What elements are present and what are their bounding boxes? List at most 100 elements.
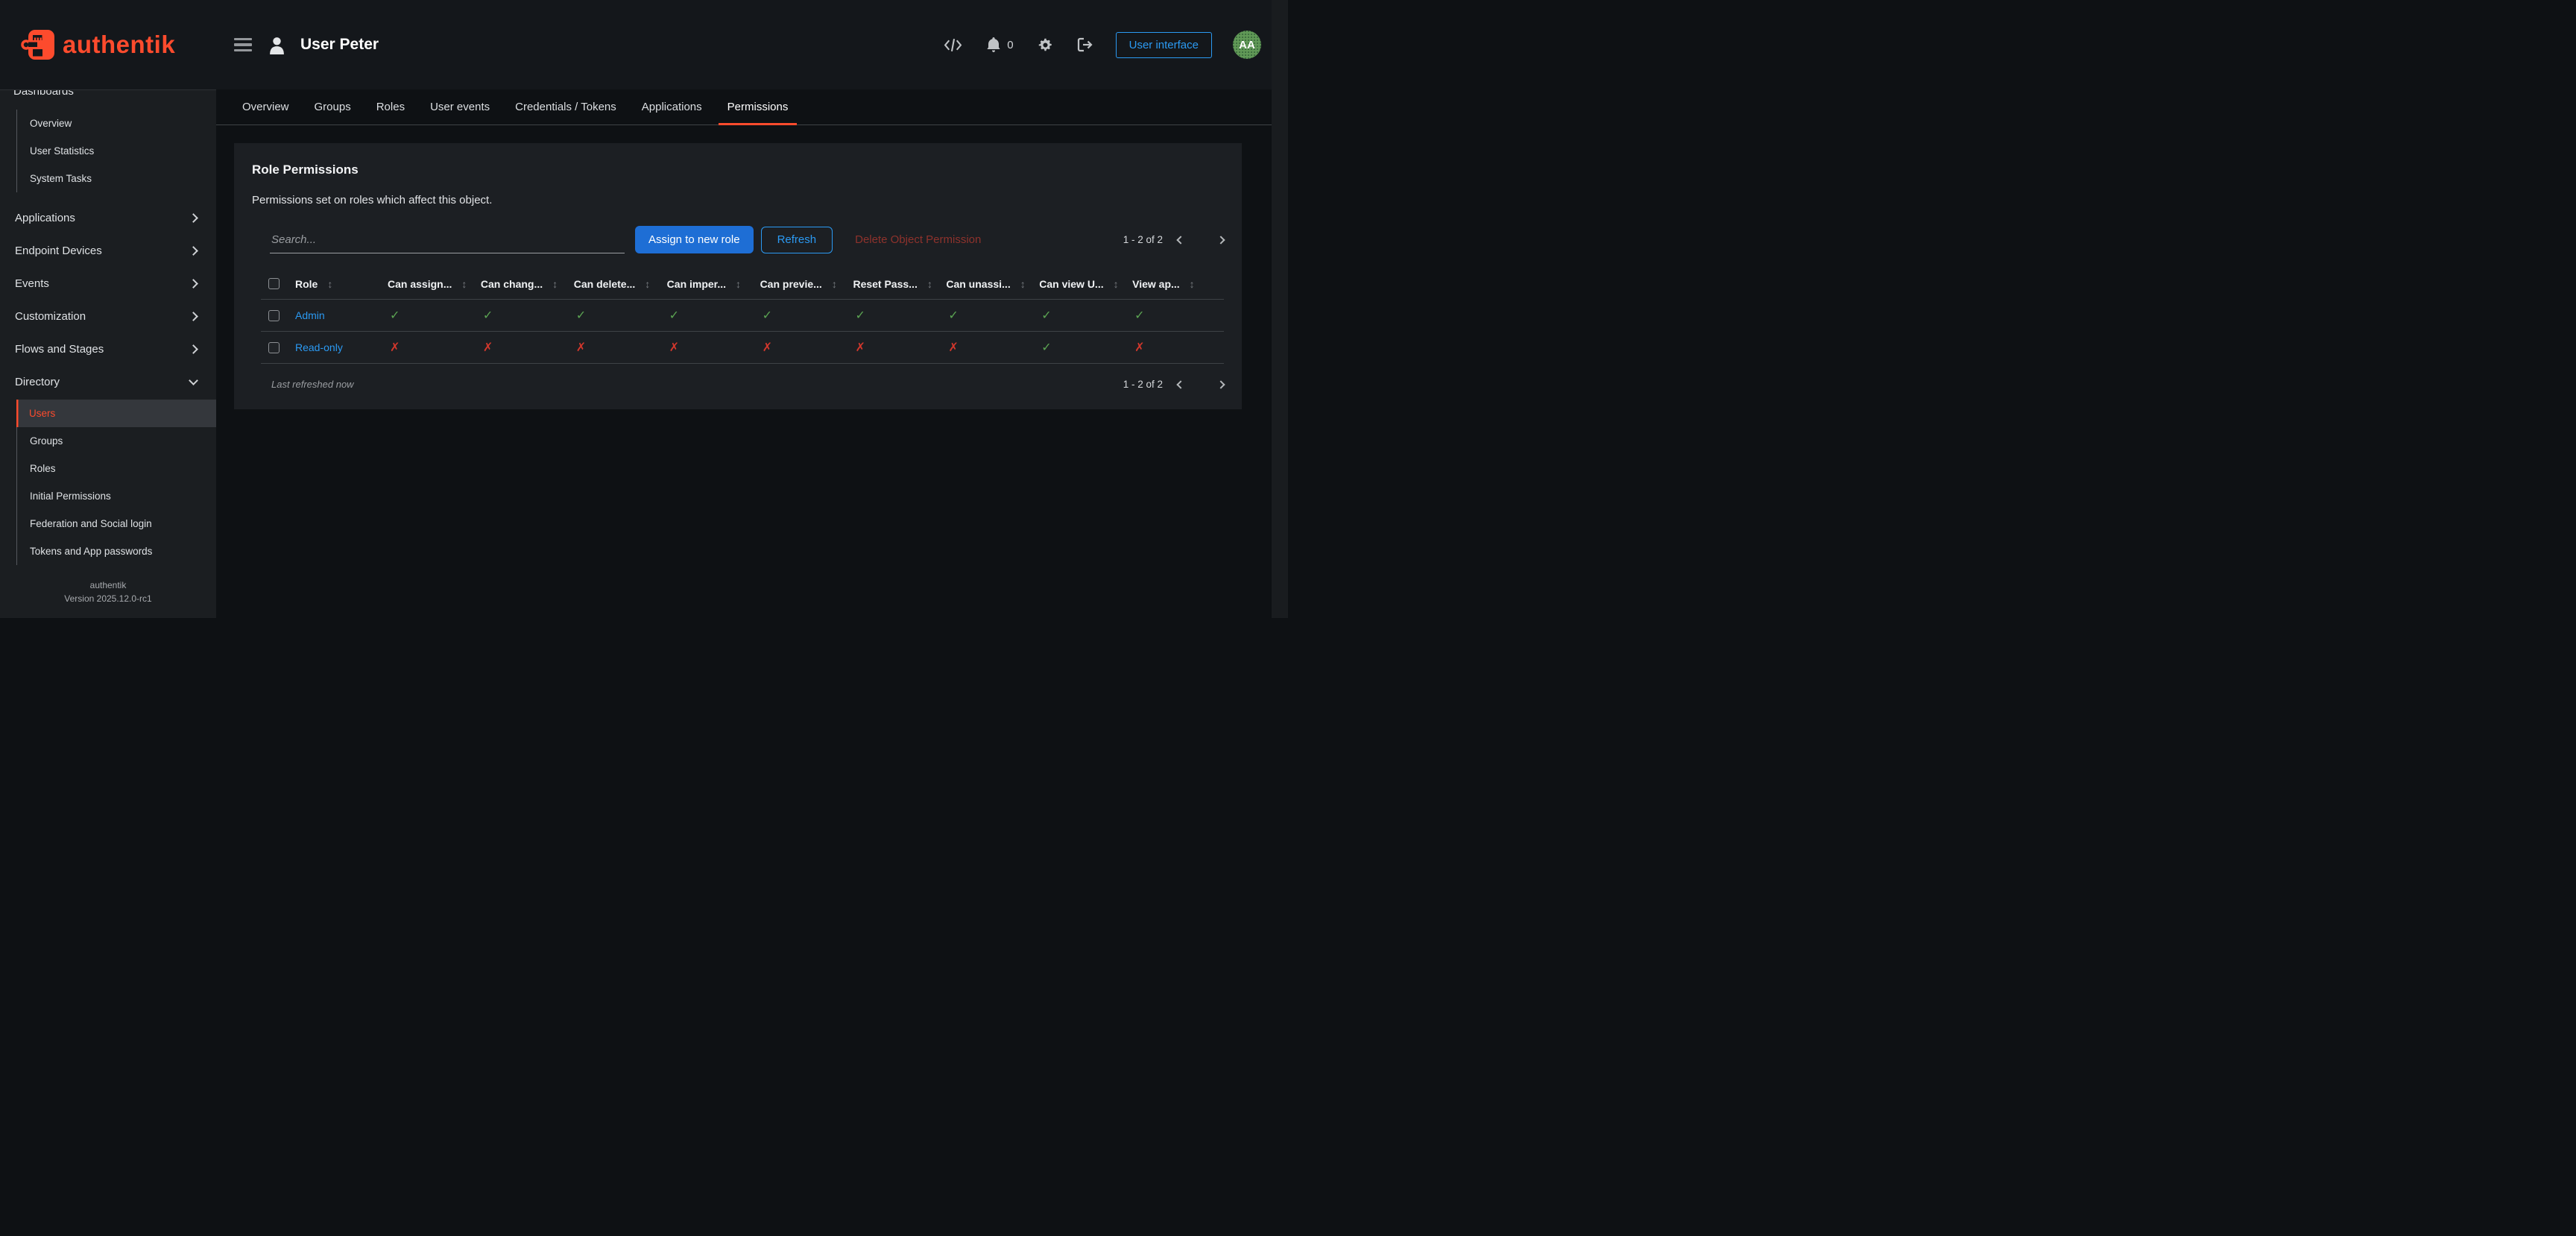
search-input[interactable] <box>270 227 625 253</box>
role-link[interactable]: Admin <box>295 309 325 321</box>
dashboards-subnav: OverviewUser StatisticsSystem Tasks <box>16 110 216 192</box>
refresh-button[interactable]: Refresh <box>761 227 833 253</box>
delete-object-permission-button[interactable]: Delete Object Permission <box>852 227 984 252</box>
check-icon: ✓ <box>946 308 958 323</box>
sidebar-item-groups[interactable]: Groups <box>17 427 216 455</box>
avatar[interactable]: AA <box>1233 31 1261 59</box>
bell-icon <box>986 37 1001 53</box>
api-browser-button[interactable] <box>942 36 964 54</box>
row-checkbox[interactable] <box>268 278 280 289</box>
toolbar-pagination: 1 - 2 of 2 <box>1123 234 1224 245</box>
sidebar-item-tokens-and-app-passwords[interactable]: Tokens and App passwords <box>17 537 216 565</box>
tab-applications[interactable]: Applications <box>629 89 715 124</box>
column-header-can-previe: Can previe...↕ <box>759 278 852 290</box>
role-link[interactable]: Read-only <box>295 341 343 353</box>
sidebar-item-initial-permissions[interactable]: Initial Permissions <box>17 482 216 510</box>
user-interface-button[interactable]: User interface <box>1116 32 1212 58</box>
column-header-label: Can imper... <box>667 278 726 290</box>
sort-icon[interactable]: ↕ <box>736 278 741 290</box>
notifications-button[interactable]: 0 <box>985 35 1014 54</box>
directory-subnav: UsersGroupsRolesInitial PermissionsFeder… <box>16 400 216 565</box>
tab-overview[interactable]: Overview <box>230 89 302 124</box>
pagination-prev-icon[interactable] <box>1176 380 1184 388</box>
card-footer: Last refreshed now 1 - 2 of 2 <box>252 364 1224 391</box>
brand: authentik <box>0 29 216 60</box>
check-icon: ✓ <box>1039 308 1051 323</box>
sidebar-item-users[interactable]: Users <box>16 400 216 427</box>
sidebar-item-customization[interactable]: Customization <box>0 300 216 332</box>
sidebar-item-applications[interactable]: Applications <box>0 201 216 234</box>
chevron-right-icon <box>189 344 198 354</box>
permission-cell: ✗ <box>851 340 944 355</box>
sort-icon[interactable]: ↕ <box>645 278 650 290</box>
authentik-logo-icon <box>21 29 55 60</box>
sort-icon[interactable]: ↕ <box>327 278 332 290</box>
check-icon: ✓ <box>667 308 679 323</box>
sort-icon[interactable]: ↕ <box>832 278 837 290</box>
user-icon <box>268 36 285 54</box>
tab-credentials-tokens[interactable]: Credentials / Tokens <box>502 89 629 124</box>
sidebar-item-dashboards[interactable]: Dashboards <box>0 90 216 104</box>
card-description: Permissions set on roles which affect th… <box>252 194 1224 206</box>
permission-cell: ✓ <box>851 308 944 323</box>
row-checkbox[interactable] <box>268 310 280 321</box>
pagination-prev-icon[interactable] <box>1176 236 1184 244</box>
checkbox-cell <box>261 342 295 353</box>
sidebar-item-directory[interactable]: Directory <box>0 365 216 398</box>
sign-out-button[interactable] <box>1076 36 1095 54</box>
sidebar-item-label: Directory <box>15 376 60 388</box>
column-header-label: Role <box>295 278 318 290</box>
column-header-can-unassi: Can unassi... ↕ <box>944 278 1038 290</box>
sort-icon[interactable]: ↕ <box>1114 278 1119 290</box>
top-bar: authentik User Peter <box>0 0 1272 89</box>
sidebar-item-events[interactable]: Events <box>0 267 216 300</box>
tab-user-events[interactable]: User events <box>417 89 502 124</box>
sidebar-item-overview[interactable]: Overview <box>17 110 216 137</box>
permission-cell: ✓ <box>572 308 666 323</box>
sort-icon[interactable]: ↕ <box>1190 278 1195 290</box>
permission-cell: ✓ <box>1038 308 1131 323</box>
sidebar-item-flows-and-stages[interactable]: Flows and Stages <box>0 332 216 365</box>
column-header-can-chang: Can chang... ↕ <box>479 278 572 290</box>
sidebar-toggle-button[interactable] <box>233 35 253 55</box>
permission-cell: ✓ <box>1038 340 1131 355</box>
tab-groups[interactable]: Groups <box>302 89 364 124</box>
sort-icon[interactable]: ↕ <box>927 278 932 290</box>
sidebar-nav: Dashboards OverviewUser StatisticsSystem… <box>0 90 216 570</box>
tab-permissions[interactable]: Permissions <box>715 89 801 124</box>
column-header-label: Can unassi... <box>946 278 1010 290</box>
role-permissions-table: Role↕Can assign...↕Can chang...↕Can dele… <box>261 268 1224 364</box>
sidebar-item-system-tasks[interactable]: System Tasks <box>17 165 216 192</box>
sort-icon[interactable]: ↕ <box>552 278 558 290</box>
cross-icon: ✗ <box>853 340 865 355</box>
sidebar-item-roles[interactable]: Roles <box>17 455 216 482</box>
sidebar-item-federation-and-social-login[interactable]: Federation and Social login <box>17 510 216 537</box>
chevron-right-icon <box>189 279 198 288</box>
permission-cell: ✓ <box>479 308 572 323</box>
sort-icon[interactable]: ↕ <box>461 278 467 290</box>
assign-to-new-role-button[interactable]: Assign to new role <box>635 226 754 253</box>
pagination-next-icon[interactable] <box>1216 236 1225 244</box>
footer-pagination: 1 - 2 of 2 <box>1123 379 1224 390</box>
cross-icon: ✗ <box>388 340 400 355</box>
sign-out-icon <box>1077 37 1093 52</box>
sidebar-item-label: Applications <box>15 212 75 224</box>
role-cell: Admin <box>295 309 386 321</box>
sidebar-item-user-statistics[interactable]: User Statistics <box>17 137 216 165</box>
column-header-label: Can chang... <box>481 278 543 290</box>
cross-icon: ✗ <box>946 340 958 355</box>
settings-button[interactable] <box>1036 36 1055 54</box>
sort-icon[interactable]: ↕ <box>1020 278 1026 290</box>
row-checkbox[interactable] <box>268 342 280 353</box>
tab-roles[interactable]: Roles <box>364 89 417 124</box>
page-scrollbar[interactable] <box>1272 0 1288 618</box>
top-bar-main: User Peter 0 <box>216 31 1272 59</box>
check-icon: ✓ <box>481 308 493 323</box>
chevron-down-icon <box>189 376 198 385</box>
tab-bar: OverviewGroupsRolesUser eventsCredential… <box>216 89 1272 125</box>
sidebar-item-endpoint-devices[interactable]: Endpoint Devices <box>0 234 216 267</box>
check-icon: ✓ <box>853 308 865 323</box>
column-header-label: Reset Pass... <box>853 278 917 290</box>
main-content: OverviewGroupsRolesUser eventsCredential… <box>216 89 1272 618</box>
pagination-next-icon[interactable] <box>1216 380 1225 388</box>
